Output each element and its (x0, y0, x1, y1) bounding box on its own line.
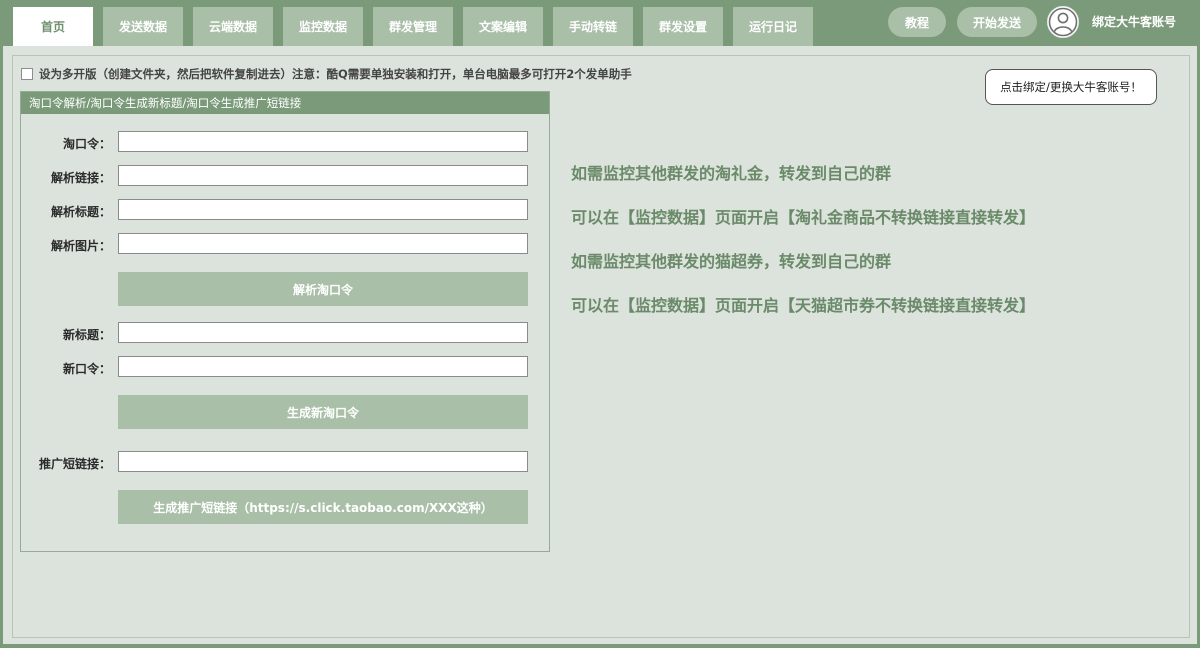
taokouling-panel-title: 淘口令解析/淘口令生成新标题/淘口令生成推广短链接 (21, 92, 549, 114)
home-content: 设为多开版（创建文件夹，然后把软件复制进去）注意：酷Q需要单独安装和打开，单台电… (12, 55, 1190, 638)
parse-link-label: 解析链接： (50, 171, 111, 185)
main-area: 设为多开版（创建文件夹，然后把软件复制进去）注意：酷Q需要单独安装和打开，单台电… (3, 46, 1197, 644)
tab-group-send-manage[interactable]: 群发管理 (373, 7, 453, 46)
taokouling-input[interactable] (118, 131, 528, 152)
taokouling-label: 淘口令： (62, 137, 111, 151)
new-title-label: 新标题： (62, 328, 111, 342)
bind-account-tooltip: 点击绑定/更换大牛客账号！ (985, 69, 1157, 105)
multi-instance-label[interactable]: 设为多开版（创建文件夹，然后把软件复制进去）注意：酷Q需要单独安装和打开，单台电… (39, 66, 632, 82)
parse-title-label: 解析标题： (50, 205, 111, 219)
tab-manual-convert[interactable]: 手动转链 (553, 7, 633, 46)
info-line-2: 可以在【监控数据】页面开启【淘礼金商品不转换链接直接转发】 (571, 208, 1036, 227)
tab-home[interactable]: 首页 (13, 7, 93, 46)
taokouling-panel: 淘口令解析/淘口令生成新标题/淘口令生成推广短链接 淘口令： 解析链接： 解析标… (20, 91, 550, 552)
tab-monitor-data[interactable]: 监控数据 (283, 7, 363, 46)
user-silhouette (1048, 7, 1078, 37)
short-link-input[interactable] (118, 451, 528, 472)
short-link-label: 推广短链接： (38, 457, 111, 471)
start-send-button[interactable]: 开始发送 (957, 7, 1037, 37)
tab-copy-edit[interactable]: 文案编辑 (463, 7, 543, 46)
parse-title-input[interactable] (118, 199, 528, 220)
tab-group-send-settings[interactable]: 群发设置 (643, 7, 723, 46)
bottom-strip (0, 644, 1200, 648)
parse-taokouling-button[interactable]: 解析淘口令 (118, 272, 528, 306)
tab-send-data[interactable]: 发送数据 (103, 7, 183, 46)
tab-cloud-data[interactable]: 云端数据 (193, 7, 273, 46)
info-line-4: 可以在【监控数据】页面开启【天猫超市券不转换链接直接转发】 (571, 296, 1036, 315)
new-taokouling-input[interactable] (118, 356, 528, 377)
user-icon[interactable] (1047, 6, 1079, 38)
tab-run-log[interactable]: 运行日记 (733, 7, 813, 46)
generate-short-link-button[interactable]: 生成推广短链接（https://s.click.taobao.com/XXX这种… (118, 490, 528, 524)
new-title-input[interactable] (118, 322, 528, 343)
parse-image-label: 解析图片： (50, 239, 111, 253)
info-line-3: 如需监控其他群发的猫超券，转发到自己的群 (571, 252, 892, 271)
multi-instance-checkbox[interactable] (21, 68, 33, 80)
parse-link-input[interactable] (118, 165, 528, 186)
generate-taokouling-button[interactable]: 生成新淘口令 (118, 395, 528, 429)
new-taokouling-label: 新口令： (62, 362, 111, 376)
parse-image-input[interactable] (118, 233, 528, 254)
bind-account-link[interactable]: 绑定大牛客账号 (1092, 13, 1176, 30)
tutorial-button[interactable]: 教程 (888, 7, 946, 37)
multi-instance-row: 设为多开版（创建文件夹，然后把软件复制进去）注意：酷Q需要单独安装和打开，单台电… (21, 66, 632, 82)
info-line-1: 如需监控其他群发的淘礼金，转发到自己的群 (571, 164, 892, 183)
top-bar: 首页 发送数据 云端数据 监控数据 群发管理 文案编辑 手动转链 群发设置 运行… (0, 0, 1200, 46)
tooltip-text: 点击绑定/更换大牛客账号！ (1000, 80, 1142, 94)
